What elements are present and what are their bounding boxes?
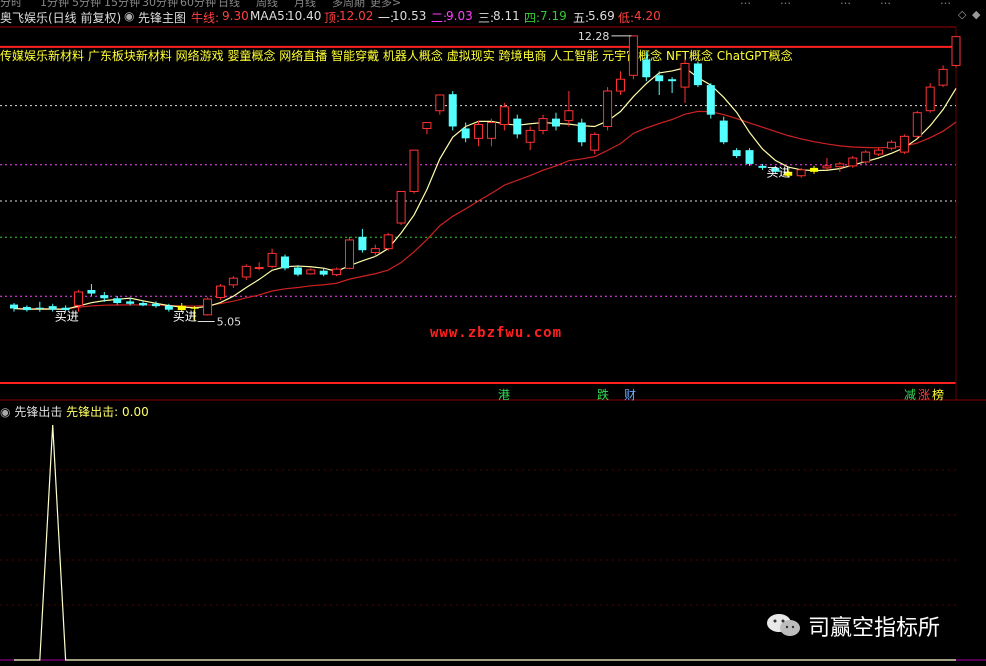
- candle-body: [642, 59, 651, 78]
- candle-body: [577, 122, 586, 143]
- candle-body: [564, 110, 574, 122]
- candle-body: [615, 78, 625, 92]
- candle-body: [861, 151, 871, 163]
- event-tag-jian: 减: [904, 388, 916, 402]
- indicator-panel-title[interactable]: 先锋出击: [14, 405, 62, 419]
- candle-body: [113, 298, 122, 303]
- candle-body: [87, 289, 96, 294]
- candle-body: [332, 268, 342, 276]
- site-watermark: www.zbzfwu.com: [430, 325, 563, 341]
- candle-body: [680, 62, 690, 88]
- candle-body: [628, 35, 638, 76]
- candle-body: [693, 63, 702, 86]
- candle-body: [706, 85, 715, 115]
- candle-body: [590, 133, 600, 151]
- candle-body: [383, 234, 393, 250]
- ma-fast-line: [13, 67, 957, 310]
- candle-body: [448, 94, 457, 127]
- candle-body: [719, 120, 728, 143]
- candle-body: [254, 267, 264, 270]
- candle-body: [835, 163, 845, 168]
- event-tag-gang: 港: [498, 388, 510, 402]
- candle-body: [603, 90, 613, 127]
- candle-body: [396, 191, 406, 224]
- candle-body: [370, 248, 380, 254]
- indicator-value: 0.00: [122, 405, 149, 419]
- candle-body: [874, 149, 884, 155]
- candle-body: [499, 106, 509, 126]
- candle-body: [306, 269, 316, 275]
- candle-body: [215, 285, 225, 298]
- candle-body: [358, 236, 367, 251]
- indicator-panel-icon[interactable]: ◉: [0, 405, 10, 419]
- candle-body: [513, 118, 522, 135]
- max-price-label: 12.28: [578, 30, 610, 43]
- candle-body: [293, 267, 302, 275]
- candle-body: [758, 165, 767, 168]
- candle-body: [668, 79, 677, 82]
- candle-body: [267, 252, 277, 267]
- candle-body: [938, 68, 948, 86]
- candle-body: [100, 295, 109, 299]
- candle-body: [848, 157, 858, 167]
- event-tag-cai: 财: [624, 388, 636, 402]
- candle-body: [319, 270, 328, 275]
- candle-body: [9, 304, 19, 309]
- buy-signal-label: 买进: [766, 166, 790, 180]
- candle-body: [474, 124, 484, 139]
- candle-body: [151, 303, 160, 307]
- candle-body: [538, 118, 548, 131]
- candle-body: [745, 150, 754, 164]
- candle-body: [345, 239, 355, 269]
- candle-body: [203, 298, 213, 316]
- candle-body: [409, 149, 419, 192]
- min-price-label: 5.05: [217, 316, 242, 329]
- candle-body: [899, 135, 909, 153]
- candle-body: [655, 75, 664, 82]
- event-tag-zhang: 涨: [918, 387, 930, 402]
- candle-body: [74, 291, 84, 306]
- ma-slow-line: [13, 110, 957, 310]
- candle-body: [486, 122, 496, 139]
- candle-body: [435, 94, 445, 112]
- candle-body: [280, 256, 289, 269]
- candle-body: [912, 112, 922, 137]
- candle-body: [886, 141, 896, 149]
- candle-body: [35, 307, 44, 309]
- candle-body: [164, 305, 173, 310]
- candle-body: [525, 129, 535, 143]
- brand-name: 司赢空指标所: [808, 616, 941, 641]
- indicator-panel-header: ◉ 先锋出击 先锋出击: 0.00: [0, 403, 149, 420]
- event-tag-die: 跌: [597, 387, 609, 402]
- candle-body: [228, 277, 238, 286]
- candle-body: [422, 122, 432, 129]
- candle-body: [22, 306, 31, 311]
- candle-body: [241, 265, 251, 278]
- candle-body: [139, 302, 148, 306]
- candle-body: [732, 150, 741, 157]
- candle-body: [822, 165, 832, 169]
- event-tag-bang: 榜: [932, 387, 944, 402]
- candle-body: [551, 118, 560, 127]
- candle-body: [461, 128, 470, 139]
- wechat-icon: [767, 614, 800, 636]
- candle-body: [796, 169, 806, 177]
- candle-body: [126, 301, 135, 304]
- buy-signal-label: 买进: [173, 310, 197, 324]
- candle-body: [951, 36, 961, 66]
- buy-signal-label: 买进: [55, 310, 79, 324]
- candle-body: [925, 86, 935, 112]
- candle-body: [810, 167, 819, 172]
- indicator-value-label: 先锋出击:: [66, 405, 119, 419]
